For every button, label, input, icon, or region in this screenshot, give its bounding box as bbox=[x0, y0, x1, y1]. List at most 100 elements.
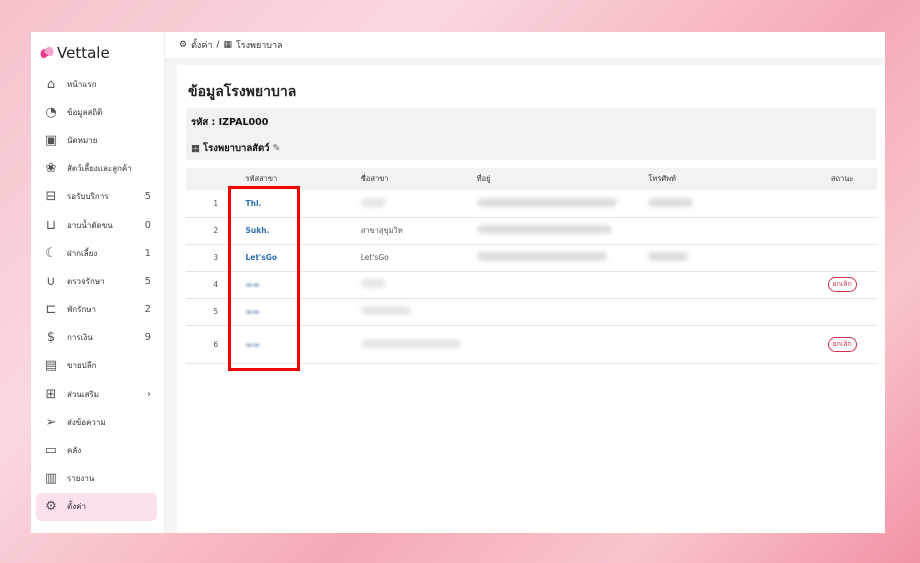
page-title: ข้อมูลโรงพยาบาล bbox=[188, 84, 297, 100]
sidebar-item-7[interactable]: ∪ ตรวจรักษา 5 bbox=[36, 267, 157, 295]
cancel-status-badge[interactable]: ยกเลิก bbox=[827, 336, 857, 352]
address-cell bbox=[476, 244, 649, 272]
branch-name-cell: Let'sGo bbox=[360, 244, 477, 272]
phone-blurred bbox=[648, 197, 694, 207]
sidebar-item-label: คลัง bbox=[67, 446, 82, 456]
column-header: โทรศัพท์ bbox=[648, 168, 808, 190]
bar-chart-icon: ▥ bbox=[44, 471, 58, 487]
sidebar-item-count: 5 bbox=[144, 191, 151, 203]
status-cell bbox=[807, 190, 877, 218]
sidebar-item-0[interactable]: ⌂ หน้าแรก bbox=[36, 70, 157, 98]
stethoscope-icon: ∪ bbox=[46, 273, 56, 289]
address-blurred bbox=[476, 252, 607, 261]
calendar-icon: ▣ bbox=[44, 132, 58, 148]
breadcrumb: ⚙ ตั้งค่า / ▦ โรงพยาบาล bbox=[165, 32, 885, 59]
highlight-box bbox=[228, 186, 300, 371]
sidebar-item-label: หน้าแรก bbox=[67, 79, 97, 89]
sidebar: Vettale ⌂ หน้าแรก ◔ ข้อมูลสถิติ ▣ นัดหมาย ❀ สัต… bbox=[31, 32, 165, 533]
sidebar-item-count: 1 bbox=[144, 247, 151, 259]
sidebar-item-10[interactable]: ▤ ขายปลีก bbox=[36, 352, 157, 380]
status-cell bbox=[807, 298, 877, 326]
sidebar-item-label: การเงิน bbox=[67, 333, 93, 343]
sidebar-item-3[interactable]: ❀ สัตว์เลี้ยงและลูกค้า bbox=[36, 155, 157, 183]
branch-name-cell bbox=[360, 298, 477, 326]
phone-cell bbox=[648, 244, 808, 272]
breadcrumb-separator: / bbox=[216, 40, 220, 50]
send-icon: ➢ bbox=[45, 414, 57, 430]
phone-blurred bbox=[648, 252, 689, 261]
sidebar-item-count: › bbox=[147, 388, 151, 400]
sidebar-item-label: ขายปลีก bbox=[67, 361, 97, 371]
sidebar-item-5[interactable]: ⊔ อาบน้ำตัดขน 0 bbox=[36, 211, 157, 239]
app-window: Vettale ⌂ หน้าแรก ◔ ข้อมูลสถิติ ▣ นัดหมาย ❀ สัต… bbox=[31, 32, 885, 533]
logo: Vettale bbox=[40, 44, 110, 62]
sidebar-item-label: สัตว์เลี้ยงและลูกค้า bbox=[67, 164, 132, 174]
sidebar-item-label: รายงาน bbox=[67, 474, 95, 484]
sidebar-item-2[interactable]: ▣ นัดหมาย bbox=[36, 126, 157, 154]
status-cell: ยกเลิก bbox=[807, 271, 877, 299]
sidebar-item-count: 0 bbox=[144, 219, 151, 231]
sidebar-item-label: ข้อมูลสถิติ bbox=[67, 107, 103, 117]
sidebar-item-13[interactable]: ▭ คลัง bbox=[36, 436, 157, 464]
plus-square-icon: ⊞ bbox=[45, 386, 57, 402]
sidebar-item-4[interactable]: ⊟ รอรับบริการ 5 bbox=[36, 183, 157, 211]
sidebar-item-label: ส่งข้อความ bbox=[67, 417, 106, 427]
hospital-name-row: ▦ โรงพยาบาลสัตว์ ✎ bbox=[191, 141, 280, 156]
cancel-status-badge[interactable]: ยกเลิก bbox=[827, 277, 857, 292]
phone-cell bbox=[648, 190, 808, 218]
address-blurred bbox=[476, 197, 617, 207]
sidebar-item-8[interactable]: ⊏ พักรักษา 2 bbox=[36, 296, 157, 324]
address-cell bbox=[476, 271, 649, 299]
sidebar-item-label: ตรวจรักษา bbox=[67, 276, 105, 286]
sidebar-item-12[interactable]: ➢ ส่งข้อความ bbox=[36, 408, 157, 436]
bathtub-icon: ⊔ bbox=[45, 217, 57, 233]
sidebar-item-1[interactable]: ◔ ข้อมูลสถิติ bbox=[36, 98, 157, 126]
status-cell: ยกเลิก bbox=[807, 325, 877, 364]
branch-name-blurred bbox=[360, 338, 461, 348]
sidebar-item-label: ส่วนเสริม bbox=[67, 389, 100, 399]
phone-cell bbox=[648, 271, 808, 299]
branch-name-cell bbox=[360, 190, 477, 218]
hospital-icon: ▦ bbox=[191, 143, 200, 154]
sidebar-item-11[interactable]: ⊞ ส่วนเสริม › bbox=[36, 380, 157, 408]
gauge-icon: ◔ bbox=[45, 104, 57, 120]
hospital-icon: ▦ bbox=[223, 40, 232, 50]
home-icon: ⌂ bbox=[46, 76, 56, 92]
archive-icon: ▭ bbox=[44, 443, 58, 459]
bed-icon: ⊏ bbox=[45, 302, 57, 318]
breadcrumb-settings[interactable]: ตั้งค่า bbox=[191, 38, 212, 52]
column-header: ชื่อสาขา bbox=[360, 168, 477, 190]
sidebar-item-15[interactable]: ⚙ ตั้งค่า bbox=[36, 492, 157, 521]
column-header: ที่อยู่ bbox=[476, 168, 649, 190]
sidebar-item-6[interactable]: ☾ ฝากเลี้ยง 1 bbox=[36, 239, 157, 267]
branch-name: Let'sGo bbox=[360, 253, 389, 262]
address-blurred bbox=[476, 225, 612, 234]
status-cell bbox=[807, 244, 877, 272]
branch-name-blurred bbox=[360, 279, 386, 288]
sidebar-item-label: อาบน้ำตัดขน bbox=[67, 220, 113, 230]
gear-icon: ⚙ bbox=[179, 40, 188, 50]
phone-cell bbox=[648, 217, 808, 245]
branch-name-blurred bbox=[360, 197, 386, 207]
app-name: Vettale bbox=[57, 44, 110, 62]
branch-name-cell bbox=[360, 271, 477, 299]
sidebar-item-label: นัดหมาย bbox=[67, 135, 98, 145]
hospital-name: โรงพยาบาลสัตว์ bbox=[202, 143, 270, 154]
address-cell bbox=[476, 325, 649, 364]
sidebar-item-14[interactable]: ▥ รายงาน bbox=[36, 465, 157, 493]
sidebar-item-count: 5 bbox=[144, 275, 151, 287]
heart-logo-icon bbox=[40, 47, 54, 59]
branch-name-blurred bbox=[360, 306, 411, 315]
column-header: สถานะ bbox=[807, 168, 877, 190]
sidebar-item-9[interactable]: $ การเงิน 9 bbox=[36, 324, 157, 352]
sidebar-item-count: 9 bbox=[144, 332, 151, 344]
hospital-info: รหัส : IZPAL000 ▦ โรงพยาบาลสัตว์ ✎ bbox=[186, 108, 876, 160]
breadcrumb-hospital: โรงพยาบาล bbox=[235, 41, 283, 51]
address-cell bbox=[476, 298, 649, 326]
pencil-edit-icon[interactable]: ✎ bbox=[272, 143, 280, 154]
sidebar-item-label: ตั้งค่า bbox=[67, 502, 86, 512]
sidebar-nav: ⌂ หน้าแรก ◔ ข้อมูลสถิติ ▣ นัดหมาย ❀ สัตว์เลี้ยง… bbox=[36, 70, 157, 521]
branch-name-cell bbox=[360, 325, 477, 364]
sidebar-item-label: รอรับบริการ bbox=[67, 192, 109, 202]
address-cell bbox=[476, 190, 649, 218]
